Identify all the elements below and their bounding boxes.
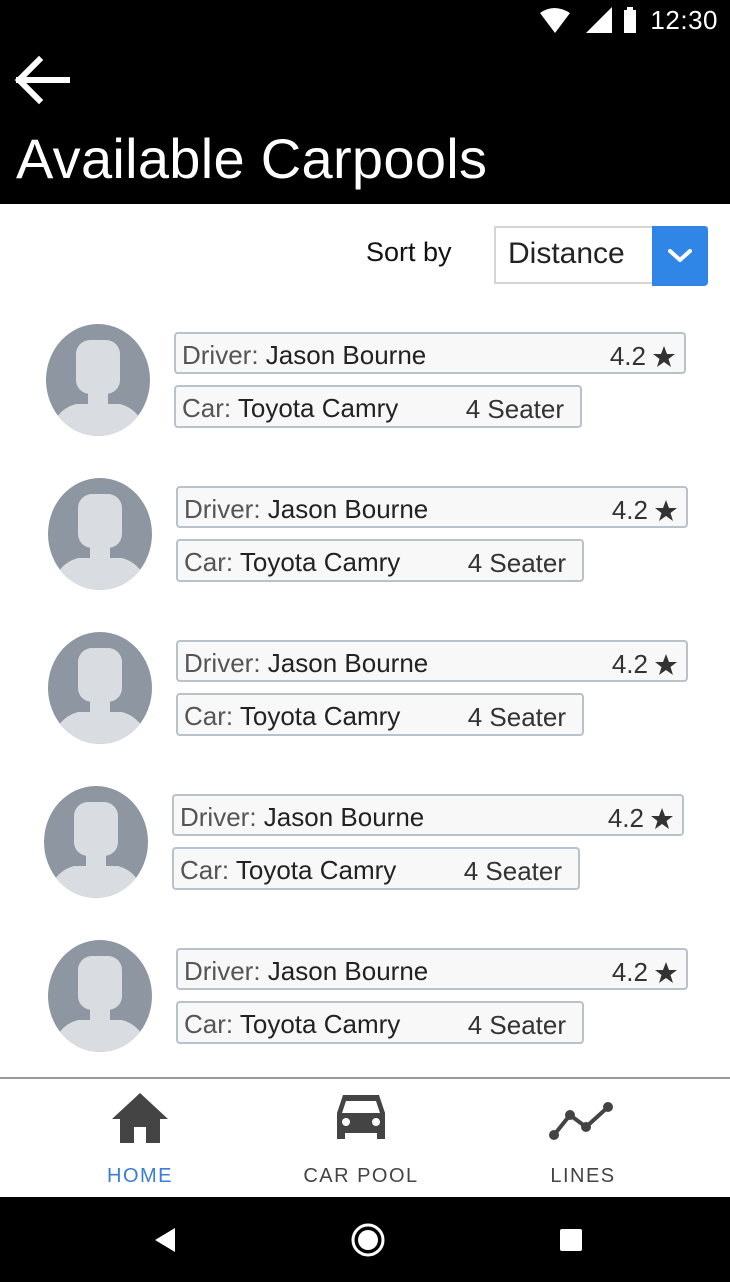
status-icons <box>540 7 636 33</box>
driver-rating: 4.2 <box>612 495 678 526</box>
driver-label: Driver: <box>180 802 257 832</box>
driver-name: Jason Bourne <box>267 956 429 986</box>
rating-value: 4.2 <box>607 803 644 833</box>
status-time: 12:30 <box>650 5 718 35</box>
avatar-placeholder-icon <box>48 632 152 744</box>
car-model: Toyota Camry <box>239 1009 401 1039</box>
driver-field: Driver: Jason Bourne 4.2 <box>176 640 688 682</box>
nav-item-car-pool[interactable]: CAR POOL <box>271 1079 451 1197</box>
carpool-card[interactable]: Driver: Jason Bourne 4.2 Car: Toyota Cam… <box>48 916 730 1052</box>
rating-value: 4.2 <box>611 495 648 525</box>
avatar-placeholder-icon <box>48 478 152 590</box>
nav-item-lines[interactable]: LINES <box>493 1079 673 1197</box>
bottom-navigation: HOME CAR POOL LINES <box>0 1077 730 1199</box>
rating-value: 4.2 <box>611 649 648 679</box>
car-label: Car: <box>180 855 230 885</box>
star-icon <box>655 653 677 675</box>
driver-label: Driver: <box>184 956 261 986</box>
car-seats: 4 Seater <box>463 856 562 886</box>
back-button[interactable] <box>12 50 72 110</box>
car-label: Car: <box>184 547 234 577</box>
driver-label: Driver: <box>182 340 259 370</box>
avatar-placeholder-icon <box>44 786 148 898</box>
driver-name: Jason Bourne <box>263 802 425 832</box>
car-field: Car: Toyota Camry 4 Seater <box>176 693 584 736</box>
sort-dropdown-button[interactable] <box>652 226 708 286</box>
nav-label-home: HOME <box>107 1165 173 1187</box>
battery-icon <box>624 7 636 33</box>
driver-rating: 4.2 <box>610 341 676 372</box>
signal-icon <box>586 7 612 33</box>
car-seats: 4 Seater <box>467 1010 566 1040</box>
driver-field: Driver: Jason Bourne 4.2 <box>174 332 686 374</box>
carpool-card[interactable]: Driver: Jason Bourne 4.2 Car: Toyota Cam… <box>48 454 730 590</box>
system-recents-button[interactable] <box>548 1217 594 1263</box>
rating-value: 4.2 <box>609 341 646 371</box>
rating-value: 4.2 <box>611 957 648 987</box>
line-chart-icon <box>549 1102 613 1140</box>
driver-rating: 4.2 <box>608 803 674 834</box>
chevron-down-icon <box>668 249 692 262</box>
sort-dropdown[interactable]: Distance <box>494 226 708 286</box>
driver-field: Driver: Jason Bourne 4.2 <box>176 948 688 990</box>
star-icon <box>655 961 677 983</box>
nav-label-lines: LINES <box>550 1165 616 1187</box>
avatar-placeholder-icon <box>46 324 150 436</box>
car-label: Car: <box>182 393 232 423</box>
carpool-card[interactable]: Driver: Jason Bourne 4.2 Car: Toyota Cam… <box>44 762 730 898</box>
home-circle-icon <box>351 1223 385 1257</box>
driver-name: Jason Bourne <box>265 340 427 370</box>
car-model: Toyota Camry <box>239 701 401 731</box>
driver-field: Driver: Jason Bourne 4.2 <box>172 794 684 836</box>
page-title: Available Carpools <box>16 127 488 190</box>
carpool-card[interactable]: Driver: Jason Bourne 4.2 Car: Toyota Cam… <box>46 300 730 436</box>
wifi-icon <box>540 8 570 33</box>
arrow-left-icon <box>14 55 70 105</box>
car-field: Car: Toyota Camry 4 Seater <box>172 847 580 890</box>
car-label: Car: <box>184 701 234 731</box>
driver-field: Driver: Jason Bourne 4.2 <box>176 486 688 528</box>
car-field: Car: Toyota Camry 4 Seater <box>174 385 582 428</box>
car-seats: 4 Seater <box>465 394 564 424</box>
back-triangle-icon <box>155 1228 175 1252</box>
avatar-placeholder-icon <box>48 940 152 1052</box>
car-icon <box>337 1095 385 1139</box>
sort-label: Sort by <box>366 237 452 267</box>
star-icon <box>655 499 677 521</box>
app-bar: Available Carpools <box>0 44 730 204</box>
nav-label-car-pool: CAR POOL <box>303 1165 419 1187</box>
sort-selected-value: Distance <box>508 237 625 270</box>
recents-square-icon <box>560 1229 582 1251</box>
carpool-card[interactable]: Driver: Jason Bourne 4.2 Car: Toyota Cam… <box>48 608 730 744</box>
car-seats: 4 Seater <box>467 548 566 578</box>
driver-label: Driver: <box>184 494 261 524</box>
home-icon <box>112 1093 168 1143</box>
driver-rating: 4.2 <box>612 649 678 680</box>
driver-name: Jason Bourne <box>267 494 429 524</box>
driver-name: Jason Bourne <box>267 648 429 678</box>
nav-item-home[interactable]: HOME <box>50 1079 230 1197</box>
star-icon <box>651 807 673 829</box>
car-model: Toyota Camry <box>239 547 401 577</box>
car-label: Car: <box>184 1009 234 1039</box>
car-seats: 4 Seater <box>467 702 566 732</box>
star-icon <box>653 345 675 367</box>
car-model: Toyota Camry <box>237 393 399 423</box>
driver-label: Driver: <box>184 648 261 678</box>
system-navigation-bar <box>0 1197 730 1282</box>
car-model: Toyota Camry <box>235 855 397 885</box>
status-bar: 12:30 <box>0 0 730 44</box>
system-back-button[interactable] <box>142 1217 188 1263</box>
car-field: Car: Toyota Camry 4 Seater <box>176 539 584 582</box>
car-field: Car: Toyota Camry 4 Seater <box>176 1001 584 1044</box>
driver-rating: 4.2 <box>612 957 678 988</box>
system-home-button[interactable] <box>345 1217 391 1263</box>
